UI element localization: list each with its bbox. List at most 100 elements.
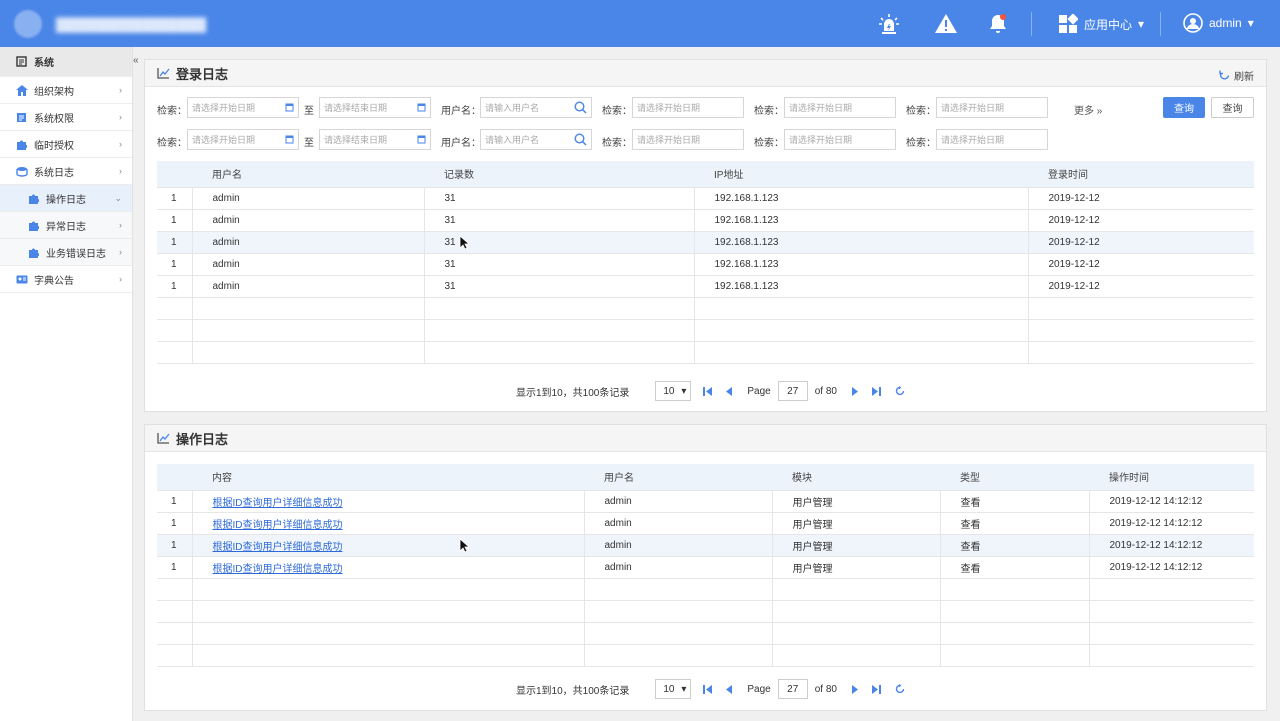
chevron-right-icon: › [119,85,122,95]
sidebar-item-exception-log[interactable]: 异常日志 › [0,212,132,239]
last-page-icon[interactable] [871,386,881,396]
table-row[interactable]: 1 admin 31 192.168.1.123 2019-12-12 [157,274,1254,297]
table-cell [191,296,424,319]
table-cell [583,621,772,644]
table-cell: 1 [157,489,192,512]
table-cell: 2019-12-12 14:12:12 [1088,489,1254,512]
column-header-op-time[interactable]: 操作时间 [1089,464,1254,490]
table-row[interactable]: 1 根据ID查询用户详细信息成功 admin 用户管理 查看 2019-12-12 14:… [157,533,1254,556]
table-row[interactable]: 1 根据ID查询用户详细信息成功 admin 用户管理 查看 2019-12-12 14:… [157,555,1254,578]
more-filters-toggle[interactable]: 更多 » [1074,102,1102,117]
date-input[interactable]: 请选择开始日期 [936,129,1048,150]
sidebar-item-system[interactable]: 系统 [0,47,132,77]
date-input[interactable]: 请选择开始日期 [784,97,896,118]
prev-page-icon[interactable] [726,386,733,396]
chevron-right-icon: › [119,166,122,176]
calendar-icon [417,134,426,146]
chevron-right-icon: › [119,139,122,149]
caret-down-icon: ▾ [681,385,687,397]
sidebar-item-business-error-log[interactable]: 业务错误日志 › [0,239,132,266]
content-link[interactable]: 根据ID查询用户详细信息成功 [213,542,343,553]
table-row[interactable]: 1 根据ID查询用户详细信息成功 admin 用户管理 查看 2019-12-12 14:… [157,489,1254,512]
table-cell [191,318,424,341]
table-cell [191,643,584,666]
date-input[interactable]: 请选择开始日期 [936,97,1048,118]
login-pagination: 显示1到10，共100条记录 10 ▾ Page 27 of 80 [516,381,919,401]
alarm-light-icon[interactable] [876,11,902,37]
table-cell: 查看 [939,489,1089,512]
start-date-input[interactable]: 请选择开始日期 [187,97,299,118]
puzzle-icon [28,220,40,231]
sidebar-item-system-log[interactable]: 系统日志 › [0,158,132,185]
sidebar-item-operation-log[interactable]: 操作日志 ⌄ [0,185,132,212]
next-page-icon[interactable] [851,386,858,396]
column-header-count[interactable]: 记录数 [424,161,694,187]
reload-icon[interactable] [895,684,905,694]
table-row[interactable]: 1 admin 31 192.168.1.123 2019-12-12 [157,186,1254,209]
end-date-input[interactable]: 请选择结束日期 [319,97,431,118]
table-cell [423,296,694,319]
chevron-right-icon: › [119,274,122,284]
column-header-ip[interactable]: IP地址 [694,161,1028,187]
chevron-right-icon: › [119,247,122,257]
table-cell [423,318,694,341]
empty-table-row [157,318,1254,341]
table-cell [1088,643,1254,666]
username-input[interactable]: 请输入用户名 [480,129,592,150]
content-link[interactable]: 根据ID查询用户详细信息成功 [213,520,343,531]
sidebar-collapse-button[interactable]: « [133,55,139,66]
page-size-select[interactable]: 10 ▾ [655,381,692,401]
table-cell [157,318,192,341]
column-header-content[interactable]: 内容 [192,464,584,490]
first-page-icon[interactable] [703,684,713,694]
sidebar-item-temp-auth[interactable]: 临时授权 › [0,131,132,158]
table-row[interactable]: 1 admin 31 192.168.1.123 2019-12-12 [157,230,1254,253]
table-cell: admin [583,489,772,512]
page-number-input[interactable]: 27 [777,679,808,699]
prev-page-icon[interactable] [726,684,733,694]
content-link[interactable]: 根据ID查询用户详细信息成功 [213,498,343,509]
column-header-type[interactable]: 类型 [940,464,1089,490]
sidebar-item-label: 操作日志 [46,194,86,206]
date-input[interactable]: 请选择开始日期 [632,129,744,150]
table-cell: admin [191,230,424,253]
sidebar-item-dictionary[interactable]: 字典公告 › [0,266,132,293]
sidebar-item-permissions[interactable]: 系统权限 › [0,104,132,131]
page-number-input[interactable]: 27 [777,381,808,401]
table-cell: 查看 [939,555,1089,578]
username-input[interactable]: 请输入用户名 [480,97,592,118]
table-cell: admin [191,252,424,275]
last-page-icon[interactable] [871,684,881,694]
app-center-menu[interactable]: 应用中心 ▾ [1058,14,1144,34]
table-cell [191,599,584,622]
start-date-input[interactable]: 请选择开始日期 [187,129,299,150]
date-input[interactable]: 请选择开始日期 [632,97,744,118]
next-page-icon[interactable] [851,684,858,694]
first-page-icon[interactable] [703,386,713,396]
column-header-module[interactable]: 模块 [772,464,940,490]
content-link[interactable]: 根据ID查询用户详细信息成功 [213,564,343,575]
query-button[interactable]: 查询 [1163,97,1205,118]
column-header-username[interactable]: 用户名 [584,464,772,490]
table-row[interactable]: 1 根据ID查询用户详细信息成功 admin 用户管理 查看 2019-12-12 14:… [157,511,1254,534]
warning-icon[interactable] [933,11,959,37]
reload-icon[interactable] [895,386,905,396]
operation-pagination: 显示1到10，共100条记录 10 ▾ Page 27 of 80 [516,679,919,699]
search-label: 检索： [754,106,784,117]
range-separator: 至 [304,138,314,149]
user-menu[interactable]: admin ▾ [1183,13,1254,33]
page-size-select[interactable]: 10 ▾ [655,679,692,699]
end-date-input[interactable]: 请选择结束日期 [319,129,431,150]
table-cell: 查看 [939,511,1089,534]
table-cell [771,599,940,622]
table-row[interactable]: 1 admin 31 192.168.1.123 2019-12-12 [157,208,1254,231]
table-row[interactable]: 1 admin 31 192.168.1.123 2019-12-12 [157,252,1254,275]
sidebar-item-org[interactable]: 组织架构 › [0,77,132,104]
notification-bell-icon[interactable] [985,11,1011,37]
column-header-login-time[interactable]: 登录时间 [1028,161,1254,187]
column-header-username[interactable]: 用户名 [192,161,424,187]
panel-title: 登录日志 [176,66,229,82]
date-input[interactable]: 请选择开始日期 [784,129,896,150]
query-secondary-button[interactable]: 查询 [1211,97,1254,118]
refresh-button[interactable]: 刷新 [1219,68,1254,83]
